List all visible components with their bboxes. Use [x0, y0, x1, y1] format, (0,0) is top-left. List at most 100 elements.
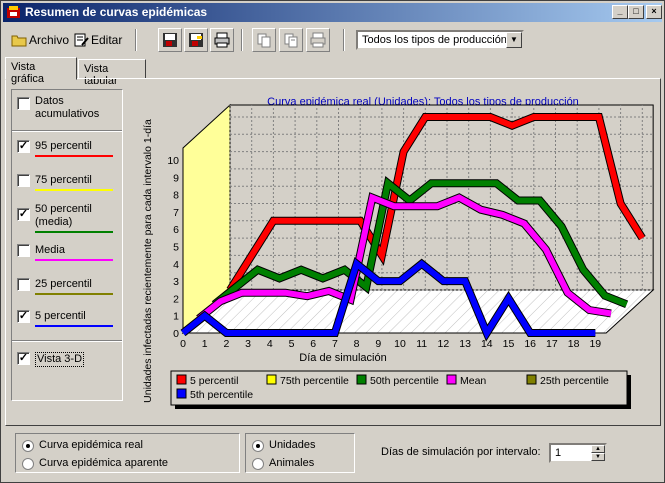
- editar-icon: [74, 33, 89, 47]
- option-label: 50 percentil (media): [35, 203, 92, 228]
- units-group: Unidades Animales: [245, 433, 355, 473]
- toolbar-separator: [135, 29, 137, 51]
- production-type-value: Todos los tipos de producción: [362, 34, 507, 46]
- legend-label: 75th percentile: [280, 375, 349, 387]
- x-tick-label: 3: [245, 338, 251, 350]
- x-tick-label: 4: [267, 338, 273, 350]
- editar-label: Editar: [91, 33, 123, 47]
- minimize-button[interactable]: _: [612, 5, 628, 19]
- editar-button[interactable]: Editar: [73, 27, 122, 53]
- x-tick-label: 6: [310, 338, 316, 350]
- option-label: Vista 3-D: [35, 352, 85, 367]
- x-tick-label: 12: [438, 338, 450, 350]
- maximize-button[interactable]: □: [628, 5, 644, 19]
- tab-vista-grafica[interactable]: Vista gráfica: [5, 57, 77, 85]
- save-data-icon: [189, 33, 203, 47]
- curve-type-group: Curva epidémica real Curva epidémica apa…: [15, 433, 240, 473]
- close-button[interactable]: ×: [646, 5, 662, 19]
- y-tick-label: 8: [173, 190, 179, 202]
- series-options-panel: Datos acumulativos ✓ 95 percentil 75 per…: [11, 89, 123, 401]
- radio-unidades[interactable]: [252, 440, 264, 452]
- series-color-line: [35, 155, 113, 157]
- y-tick-label: 6: [173, 224, 179, 236]
- radio-curva-aparente[interactable]: [22, 458, 34, 470]
- series-color-line: [35, 189, 113, 191]
- chart-back-wall: [229, 104, 654, 291]
- x-tick-label: 8: [354, 338, 360, 350]
- option-label: 75 percentil: [35, 174, 92, 186]
- radio-curva-real[interactable]: [22, 440, 34, 452]
- checkbox[interactable]: ✓: [17, 140, 30, 153]
- option-label: 95 percentil: [35, 140, 92, 152]
- series-color-line: [35, 231, 113, 233]
- animales-label: Animales: [269, 457, 315, 469]
- series-color-line: [35, 293, 113, 295]
- window-title: Resumen de curvas epidémicas: [25, 5, 208, 19]
- radio-animales[interactable]: [252, 458, 264, 470]
- y-tick-label: 3: [173, 276, 179, 288]
- tab-vista-tabular[interactable]: Vista tabular: [78, 59, 146, 87]
- x-tick-label: 13: [459, 338, 471, 350]
- legend-swatch: [526, 374, 537, 385]
- maximize-icon: □: [633, 6, 639, 16]
- y-tick-label: 2: [173, 293, 179, 305]
- toolbar-separator: [343, 29, 345, 51]
- spin-down-icon[interactable]: ▼: [591, 453, 605, 461]
- minimize-icon: _: [617, 6, 623, 16]
- chevron-down-icon[interactable]: ▼: [506, 32, 522, 48]
- checkbox[interactable]: ✓: [17, 310, 30, 323]
- archivo-button[interactable]: Archivo: [11, 27, 69, 53]
- copy-button[interactable]: [252, 28, 276, 52]
- legend-label: 50th percentile: [370, 375, 439, 387]
- copy-icon: [257, 33, 271, 48]
- x-tick-label: 1: [202, 338, 208, 350]
- chart-area: Curva epidémica real (Unidades): Todos l…: [123, 89, 655, 419]
- bottom-controls: Curva epidémica real Curva epidémica apa…: [5, 429, 661, 479]
- checkbox[interactable]: [17, 174, 30, 187]
- y-tick-label: 1: [173, 311, 179, 323]
- y-tick-label: 9: [173, 172, 179, 184]
- main-window: Resumen de curvas epidémicas _ □ × Archi…: [0, 0, 665, 483]
- divider: [12, 130, 122, 132]
- save-data-button[interactable]: [184, 28, 208, 52]
- spin-up-icon[interactable]: ▲: [591, 445, 605, 453]
- x-axis-label: Día de simulación: [299, 352, 386, 364]
- days-per-interval-value: 1: [555, 447, 562, 459]
- legend-swatch: [176, 374, 187, 385]
- checkbox[interactable]: [17, 97, 30, 110]
- checkbox[interactable]: [17, 278, 30, 291]
- legend-swatch: [176, 388, 187, 399]
- save-chart-button[interactable]: [158, 28, 182, 52]
- option-label: 5 percentil: [35, 310, 86, 322]
- archivo-icon: [11, 35, 27, 47]
- checkbox[interactable]: [17, 244, 30, 257]
- y-tick-label: 7: [173, 207, 179, 219]
- copy-data-icon: [284, 33, 298, 48]
- option-label: 25 percentil: [35, 278, 92, 290]
- app-icon: [7, 6, 20, 18]
- y-tick-label: 5: [173, 242, 179, 254]
- print-data-button[interactable]: [306, 28, 330, 52]
- production-type-combo[interactable]: Todos los tipos de producción ▼: [356, 30, 524, 50]
- x-tick-label: 10: [394, 338, 406, 350]
- print-button[interactable]: [210, 28, 234, 52]
- days-per-interval-input[interactable]: 1 ▲ ▼: [549, 443, 607, 463]
- option-label: Datos acumulativos: [35, 95, 100, 120]
- toolbar: Archivo Editar Todos los tipos de produc…: [3, 25, 662, 55]
- x-tick-label: 7: [332, 338, 338, 350]
- x-tick-label: 15: [503, 338, 515, 350]
- legend-swatch: [446, 374, 457, 385]
- legend-label: 5 percentil: [190, 375, 238, 387]
- y-tick-label: 4: [173, 259, 179, 271]
- archivo-label: Archivo: [29, 33, 70, 47]
- title-bar: Resumen de curvas epidémicas _ □ ×: [3, 3, 662, 22]
- checkbox[interactable]: ✓: [17, 352, 30, 365]
- series-color-line: [35, 259, 113, 261]
- checkbox[interactable]: ✓: [17, 208, 30, 221]
- days-per-interval-label: Días de simulación por intervalo:: [381, 446, 541, 458]
- y-tick-label: 10: [167, 155, 179, 167]
- x-tick-label: 17: [546, 338, 558, 350]
- toolbar-separator: [241, 29, 243, 51]
- x-tick-label: 0: [180, 338, 186, 350]
- copy-data-button[interactable]: [279, 28, 303, 52]
